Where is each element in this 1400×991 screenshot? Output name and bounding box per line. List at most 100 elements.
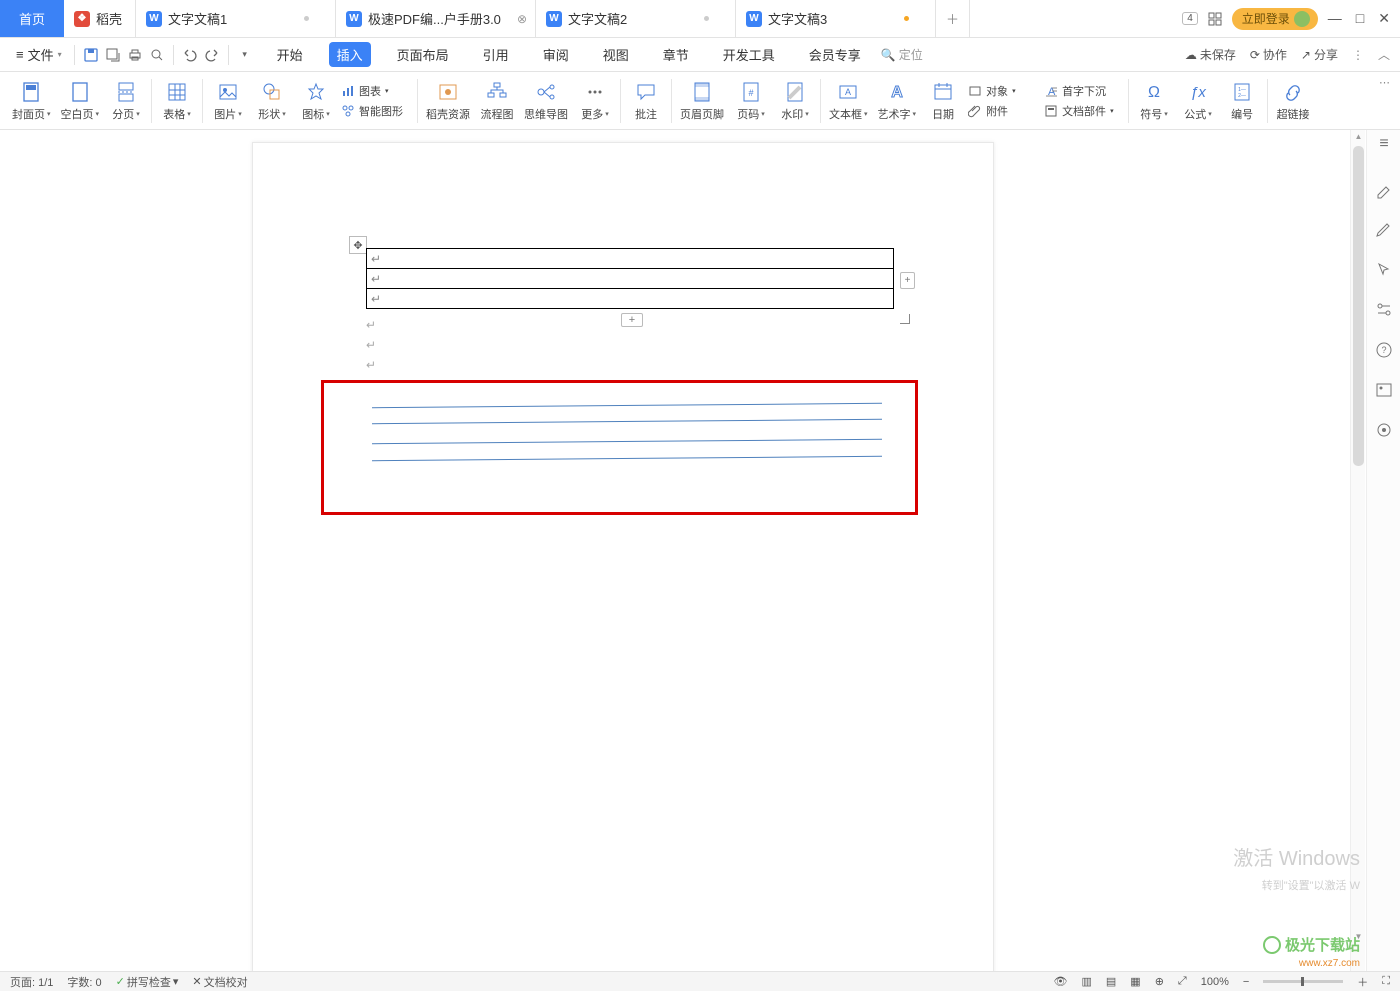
docproof-toggle[interactable]: ✕文档校对 <box>192 974 247 990</box>
dropcap-button[interactable]: A首字下沉 <box>1044 83 1122 99</box>
apps-icon[interactable] <box>1208 12 1222 26</box>
badge-icon[interactable]: 4 <box>1182 12 1198 25</box>
document-area[interactable]: ✥ ↵ ↵ ↵ + + ↵ ↵ ↵ <box>0 130 1366 971</box>
table-button[interactable]: 表格▾ <box>158 75 196 127</box>
redo-icon[interactable] <box>202 45 222 65</box>
fullscreen-icon[interactable]: ⛶ <box>1382 975 1390 988</box>
comment-button[interactable]: 批注 <box>627 75 665 127</box>
image-panel-icon[interactable] <box>1374 380 1394 400</box>
smartart-button[interactable]: 智能图形 <box>341 103 411 119</box>
hyperlink-button[interactable]: 超链接 <box>1274 75 1312 127</box>
tab-start[interactable]: 开始 <box>269 42 311 67</box>
picture-button[interactable]: 图片▾ <box>209 75 247 127</box>
login-button[interactable]: 立即登录 <box>1232 8 1318 30</box>
panel-collapse-icon[interactable]: ≡ <box>1374 134 1394 154</box>
add-column-handle[interactable]: + <box>900 272 915 289</box>
word-count[interactable]: 字数: 0 <box>67 974 101 990</box>
tab-developer[interactable]: 开发工具 <box>715 42 783 67</box>
table-resize-handle[interactable] <box>900 314 910 324</box>
docpart-button[interactable]: 文档部件▾ <box>1044 103 1122 119</box>
web-layout-icon[interactable]: ⊕ <box>1155 975 1164 988</box>
close-button[interactable]: ✕ <box>1378 10 1390 27</box>
tab-section[interactable]: 章节 <box>655 42 697 67</box>
shape-button[interactable]: 形状▾ <box>253 75 291 127</box>
tab-home[interactable]: 首页 <box>0 0 64 37</box>
blank-page-button[interactable]: 空白页▾ <box>59 75 102 127</box>
table-cell[interactable]: ↵ <box>367 289 894 309</box>
tab-close-icon[interactable]: ⊗ <box>517 12 527 26</box>
tab-doc-4-active[interactable]: W 文字文稿3 <box>736 0 936 37</box>
table-move-handle[interactable]: ✥ <box>349 236 367 254</box>
layout1-icon[interactable]: ▥ <box>1081 975 1091 988</box>
settings-panel-icon[interactable] <box>1374 300 1394 320</box>
zoom-value[interactable]: 100% <box>1201 976 1229 988</box>
tab-doc-3[interactable]: W 文字文稿2 <box>536 0 736 37</box>
add-row-handle[interactable]: + <box>621 313 643 327</box>
select-panel-icon[interactable] <box>1374 260 1394 280</box>
layout2-icon[interactable]: ▤ <box>1106 975 1116 988</box>
share-button[interactable]: ↗分享 <box>1301 46 1338 63</box>
view-mode-icon[interactable]: 👁 <box>1054 975 1068 988</box>
tab-reference[interactable]: 引用 <box>475 42 517 67</box>
pen-panel-icon[interactable] <box>1374 220 1394 240</box>
collapse-ribbon-icon[interactable]: ︿ <box>1378 46 1390 63</box>
help-panel-icon[interactable]: ? <box>1374 340 1394 360</box>
flowchart-button[interactable]: 流程图 <box>478 75 516 127</box>
page-1[interactable]: ✥ ↵ ↵ ↵ + + ↵ ↵ ↵ <box>252 142 994 971</box>
zoom-out-icon[interactable]: − <box>1243 976 1249 988</box>
date-button[interactable]: 日期 <box>924 75 962 127</box>
mindmap-button[interactable]: 思维导图 <box>522 75 570 127</box>
maximize-button[interactable]: □ <box>1356 10 1364 27</box>
zoom-slider[interactable] <box>1263 980 1343 983</box>
scroll-up-icon[interactable]: ▲ <box>1353 132 1364 143</box>
menu-more-icon[interactable]: ⋮ <box>1352 48 1364 62</box>
minimize-button[interactable]: — <box>1328 10 1342 27</box>
tool-panel-icon[interactable] <box>1374 420 1394 440</box>
search-locate[interactable]: 🔍 定位 <box>881 46 923 63</box>
print-preview-icon[interactable] <box>147 45 167 65</box>
save-icon[interactable] <box>81 45 101 65</box>
spellcheck-toggle[interactable]: ✓拼写检查 ▾ <box>116 974 179 990</box>
table-cell[interactable]: ↵ <box>367 269 894 289</box>
page-number-button[interactable]: #页码▾ <box>732 75 770 127</box>
symbol-button[interactable]: Ω符号▾ <box>1135 75 1173 127</box>
tab-member[interactable]: 会员专享 <box>801 42 869 67</box>
zoom-in-icon[interactable]: ＋ <box>1357 974 1368 990</box>
formula-button[interactable]: ƒx公式▾ <box>1179 75 1217 127</box>
daoke-resource-button[interactable]: 稻壳资源 <box>424 75 472 127</box>
chart-button[interactable]: 图表▾ <box>341 83 411 99</box>
tab-doc-1[interactable]: W 文字文稿1 <box>136 0 336 37</box>
ribbon-overflow-icon[interactable]: ⋯ <box>1379 76 1390 89</box>
table-cell[interactable]: ↵ <box>367 249 894 269</box>
number-button[interactable]: 1—2—编号 <box>1223 75 1261 127</box>
tab-view[interactable]: 视图 <box>595 42 637 67</box>
more-button[interactable]: 更多▾ <box>576 75 614 127</box>
tab-doc-2[interactable]: W 极速PDF编...户手册3.0 ⊗ <box>336 0 536 37</box>
document-table[interactable]: ↵ ↵ ↵ <box>366 248 894 309</box>
page-indicator[interactable]: 页面: 1/1 <box>10 974 53 990</box>
coop-button[interactable]: ⟳协作 <box>1250 46 1287 63</box>
undo-icon[interactable] <box>180 45 200 65</box>
style-panel-icon[interactable] <box>1374 180 1394 200</box>
attach-button[interactable]: 附件 <box>968 103 1038 119</box>
unsaved-indicator[interactable]: ☁未保存 <box>1185 46 1236 63</box>
tab-review[interactable]: 审阅 <box>535 42 577 67</box>
icon-button[interactable]: 图标▾ <box>297 75 335 127</box>
add-tab-button[interactable]: ＋ <box>936 0 970 37</box>
tab-daoke[interactable]: ❖ 稻壳 <box>64 0 136 37</box>
print-icon[interactable] <box>125 45 145 65</box>
cover-page-button[interactable]: 封面页▾ <box>10 75 53 127</box>
object-button[interactable]: 对象▾ <box>968 83 1038 99</box>
quickaccess-dropdown[interactable]: ▾ <box>235 45 255 65</box>
fit-icon[interactable]: ⤢ <box>1178 975 1187 988</box>
tab-pagelayout[interactable]: 页面布局 <box>389 42 457 67</box>
page-break-button[interactable]: 分页▾ <box>107 75 145 127</box>
textbox-button[interactable]: A文本框▾ <box>827 75 870 127</box>
file-menu[interactable]: ≡ 文件 ▾ <box>10 45 68 64</box>
scroll-thumb[interactable] <box>1353 146 1364 466</box>
save-as-icon[interactable] <box>103 45 123 65</box>
watermark-button[interactable]: 水印▾ <box>776 75 814 127</box>
tab-insert[interactable]: 插入 <box>329 42 371 67</box>
wordart-button[interactable]: A艺术字▾ <box>876 75 919 127</box>
layout3-icon[interactable]: ▦ <box>1130 975 1140 988</box>
